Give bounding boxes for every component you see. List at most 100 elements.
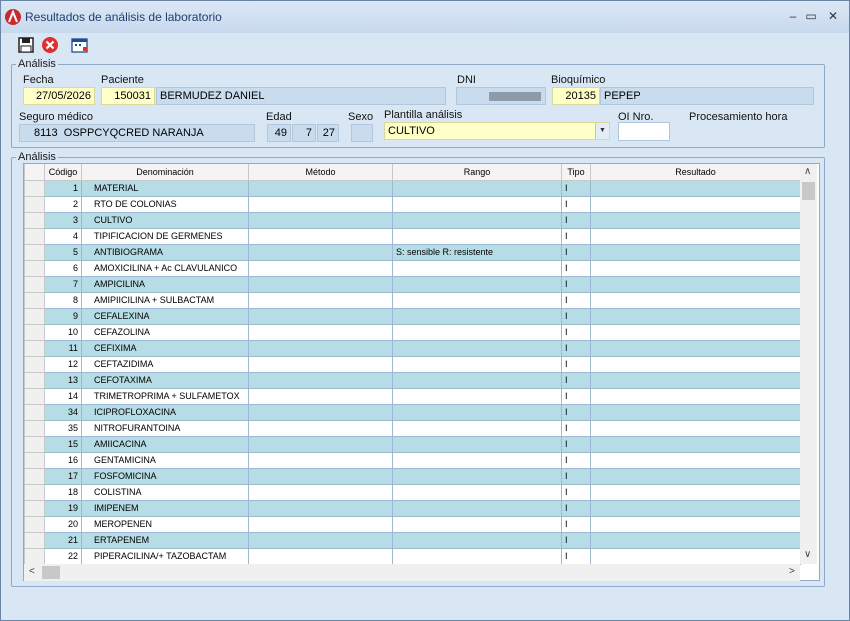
- codigo-cell[interactable]: 13: [44, 371, 82, 389]
- resultado-cell[interactable]: [590, 499, 801, 517]
- codigo-cell[interactable]: 6: [44, 259, 82, 277]
- results-grid[interactable]: Código Denominación Método Rango Tipo Re…: [23, 163, 820, 581]
- oi-field[interactable]: [618, 122, 670, 141]
- resultado-cell[interactable]: [590, 275, 801, 293]
- rango-cell[interactable]: [392, 515, 562, 533]
- denominacion-cell[interactable]: RTO DE COLONIAS: [81, 195, 249, 213]
- table-row[interactable]: 16 GENTAMICINA I: [24, 451, 801, 469]
- column-header-rango[interactable]: Rango: [392, 164, 562, 181]
- tipo-cell[interactable]: I: [561, 451, 591, 469]
- table-row[interactable]: 14 TRIMETROPRIMA + SULFAMETOX I: [24, 387, 801, 405]
- resultado-cell[interactable]: [590, 307, 801, 325]
- metodo-cell[interactable]: [248, 179, 393, 197]
- maximize-button[interactable]: ▭: [801, 7, 821, 25]
- row-selector-cell[interactable]: [24, 371, 45, 389]
- scroll-right-icon[interactable]: >: [789, 566, 795, 577]
- table-row[interactable]: 22 PIPERACILINA/+ TAZOBACTAM I: [24, 547, 801, 565]
- row-selector-cell[interactable]: [24, 403, 45, 421]
- tipo-cell[interactable]: I: [561, 275, 591, 293]
- row-selector-cell[interactable]: [24, 339, 45, 357]
- metodo-cell[interactable]: [248, 323, 393, 341]
- scroll-left-icon[interactable]: <: [29, 566, 35, 577]
- metodo-cell[interactable]: [248, 291, 393, 309]
- table-row[interactable]: 9 CEFALEXINA I: [24, 307, 801, 325]
- row-selector-cell[interactable]: [24, 531, 45, 549]
- metodo-cell[interactable]: [248, 307, 393, 325]
- row-selector-cell[interactable]: [24, 291, 45, 309]
- codigo-cell[interactable]: 34: [44, 403, 82, 421]
- table-row[interactable]: 17 FOSFOMICINA I: [24, 467, 801, 485]
- denominacion-cell[interactable]: CEFIXIMA: [81, 339, 249, 357]
- table-row[interactable]: 11 CEFIXIMA I: [24, 339, 801, 357]
- rango-cell[interactable]: [392, 355, 562, 373]
- rango-cell[interactable]: S: sensible R: resistente: [392, 243, 562, 261]
- resultado-cell[interactable]: [590, 419, 801, 437]
- metodo-cell[interactable]: [248, 355, 393, 373]
- row-selector-cell[interactable]: [24, 243, 45, 261]
- denominacion-cell[interactable]: CEFTAZIDIMA: [81, 355, 249, 373]
- codigo-cell[interactable]: 21: [44, 531, 82, 549]
- tipo-cell[interactable]: I: [561, 403, 591, 421]
- metodo-cell[interactable]: [248, 195, 393, 213]
- denominacion-cell[interactable]: IMIPENEM: [81, 499, 249, 517]
- table-row[interactable]: 34 ICIPROFLOXACINA I: [24, 403, 801, 421]
- resultado-cell[interactable]: [590, 259, 801, 277]
- metodo-cell[interactable]: [248, 243, 393, 261]
- rango-cell[interactable]: [392, 403, 562, 421]
- scroll-down-icon[interactable]: ∨: [804, 549, 811, 560]
- tipo-cell[interactable]: I: [561, 195, 591, 213]
- denominacion-cell[interactable]: TIPIFICACION DE GERMENES: [81, 227, 249, 245]
- denominacion-cell[interactable]: MEROPENEN: [81, 515, 249, 533]
- vertical-scroll-thumb[interactable]: [802, 182, 815, 200]
- resultado-cell[interactable]: [590, 179, 801, 197]
- codigo-cell[interactable]: 5: [44, 243, 82, 261]
- row-selector-cell[interactable]: [24, 499, 45, 517]
- row-selector-cell[interactable]: [24, 387, 45, 405]
- metodo-cell[interactable]: [248, 339, 393, 357]
- denominacion-cell[interactable]: ICIPROFLOXACINA: [81, 403, 249, 421]
- metodo-cell[interactable]: [248, 483, 393, 501]
- denominacion-cell[interactable]: AMPICILINA: [81, 275, 249, 293]
- column-header-denominacion[interactable]: Denominación: [81, 164, 249, 181]
- rango-cell[interactable]: [392, 307, 562, 325]
- tipo-cell[interactable]: I: [561, 467, 591, 485]
- row-selector-cell[interactable]: [24, 419, 45, 437]
- table-row[interactable]: 5 ANTIBIOGRAMA S: sensible R: resistente I: [24, 243, 801, 261]
- tipo-cell[interactable]: I: [561, 515, 591, 533]
- resultado-cell[interactable]: [590, 451, 801, 469]
- rango-cell[interactable]: [392, 323, 562, 341]
- table-row[interactable]: 15 AMIICACINA I: [24, 435, 801, 453]
- codigo-cell[interactable]: 19: [44, 499, 82, 517]
- codigo-cell[interactable]: 2: [44, 195, 82, 213]
- tipo-cell[interactable]: I: [561, 355, 591, 373]
- metodo-cell[interactable]: [248, 467, 393, 485]
- resultado-cell[interactable]: [590, 195, 801, 213]
- metodo-cell[interactable]: [248, 515, 393, 533]
- denominacion-cell[interactable]: GENTAMICINA: [81, 451, 249, 469]
- row-selector-cell[interactable]: [24, 227, 45, 245]
- resultado-cell[interactable]: [590, 291, 801, 309]
- codigo-cell[interactable]: 15: [44, 435, 82, 453]
- rango-cell[interactable]: [392, 227, 562, 245]
- bioquimico-id-field[interactable]: 20135: [552, 87, 600, 105]
- resultado-cell[interactable]: [590, 339, 801, 357]
- minimize-button[interactable]: –: [783, 7, 803, 25]
- rango-cell[interactable]: [392, 259, 562, 277]
- title-bar[interactable]: Resultados de análisis de laboratorio – …: [1, 1, 849, 33]
- codigo-cell[interactable]: 16: [44, 451, 82, 469]
- table-row[interactable]: 20 MEROPENEN I: [24, 515, 801, 533]
- codigo-cell[interactable]: 18: [44, 483, 82, 501]
- codigo-cell[interactable]: 17: [44, 467, 82, 485]
- tipo-cell[interactable]: I: [561, 179, 591, 197]
- row-selector-cell[interactable]: [24, 259, 45, 277]
- column-header-codigo[interactable]: Código: [44, 164, 82, 181]
- tipo-cell[interactable]: I: [561, 499, 591, 517]
- close-button[interactable]: ✕: [823, 7, 843, 25]
- denominacion-cell[interactable]: CULTIVO: [81, 211, 249, 229]
- rango-cell[interactable]: [392, 387, 562, 405]
- codigo-cell[interactable]: 35: [44, 419, 82, 437]
- rango-cell[interactable]: [392, 467, 562, 485]
- rango-cell[interactable]: [392, 483, 562, 501]
- column-header-tipo[interactable]: Tipo: [561, 164, 591, 181]
- row-selector-cell[interactable]: [24, 323, 45, 341]
